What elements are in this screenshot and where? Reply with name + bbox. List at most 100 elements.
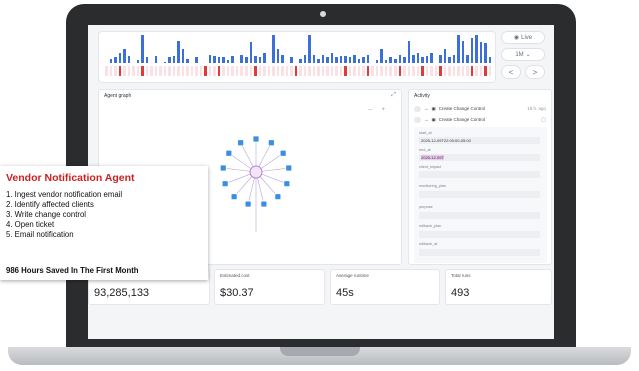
run-bar[interactable] <box>407 40 411 63</box>
failure-slot[interactable] <box>434 66 438 76</box>
failure-slot[interactable] <box>308 66 311 76</box>
end-at-field[interactable]: 2025-12-09T <box>419 154 540 161</box>
run-bar[interactable] <box>231 56 234 63</box>
run-bar[interactable] <box>127 56 131 63</box>
failure-slot[interactable] <box>394 66 397 76</box>
run-bar[interactable] <box>299 58 302 63</box>
failure-slot[interactable] <box>353 66 356 76</box>
run-bar[interactable] <box>213 56 216 63</box>
failure-slot[interactable] <box>145 66 149 76</box>
failure-slot[interactable] <box>267 66 271 76</box>
run-bar[interactable] <box>357 58 361 63</box>
failure-slot[interactable] <box>475 66 478 76</box>
failure-marker[interactable] <box>421 66 424 76</box>
failure-slot[interactable] <box>136 66 140 76</box>
failure-slot[interactable] <box>466 66 469 76</box>
expand-icon[interactable]: ⤢ <box>391 92 396 99</box>
failure-slot[interactable] <box>290 66 293 76</box>
failure-slot[interactable] <box>258 66 262 76</box>
failure-slot[interactable] <box>403 66 406 76</box>
failure-slot[interactable] <box>195 66 198 76</box>
failure-slot[interactable] <box>235 66 239 76</box>
run-bar[interactable] <box>290 57 293 63</box>
graph-node[interactable] <box>274 193 282 201</box>
run-bar[interactable] <box>177 40 180 63</box>
hub-node[interactable] <box>249 165 263 179</box>
rollback-plan-field[interactable] <box>419 231 540 238</box>
failure-marker[interactable] <box>118 66 122 76</box>
run-bar[interactable] <box>470 37 474 63</box>
graph-node[interactable] <box>221 180 229 188</box>
failure-slot[interactable] <box>114 66 117 76</box>
run-bar[interactable] <box>258 57 262 63</box>
run-bar[interactable] <box>263 53 266 63</box>
run-bar[interactable] <box>195 57 198 63</box>
client-impact-field[interactable] <box>419 171 540 178</box>
run-bar[interactable] <box>276 49 280 63</box>
failure-slot[interactable] <box>231 66 234 76</box>
failure-slot[interactable] <box>105 66 108 76</box>
run-bar[interactable] <box>141 35 144 63</box>
run-bar[interactable] <box>244 57 248 63</box>
run-bar[interactable] <box>145 57 149 63</box>
failure-slot[interactable] <box>190 66 194 76</box>
run-bar[interactable] <box>303 54 307 63</box>
failure-slot[interactable] <box>186 66 189 76</box>
failure-marker[interactable] <box>484 66 487 76</box>
failure-slot[interactable] <box>425 66 429 76</box>
failure-slot[interactable] <box>172 66 176 76</box>
failure-slot[interactable] <box>208 66 212 76</box>
failure-slot[interactable] <box>412 66 415 76</box>
run-bar[interactable] <box>312 54 316 63</box>
failure-slot[interactable] <box>389 66 392 76</box>
failure-marker[interactable] <box>439 66 442 76</box>
run-bar[interactable] <box>421 57 424 63</box>
run-bar[interactable] <box>412 54 415 63</box>
failure-slot[interactable] <box>281 66 284 76</box>
failure-slot[interactable] <box>285 66 289 76</box>
purpose-field[interactable] <box>419 212 540 219</box>
graph-node[interactable] <box>267 139 275 147</box>
failure-slot[interactable] <box>430 66 433 76</box>
run-bar[interactable] <box>461 40 465 63</box>
run-bar[interactable] <box>114 57 117 63</box>
failure-slot[interactable] <box>348 66 352 76</box>
graph-node[interactable] <box>237 139 245 147</box>
rollback-at-field[interactable] <box>419 249 540 256</box>
failure-slot[interactable] <box>222 66 225 76</box>
failure-slot[interactable] <box>330 66 334 76</box>
failure-slot[interactable] <box>226 66 230 76</box>
run-bar[interactable] <box>272 35 275 63</box>
run-bar[interactable] <box>375 60 379 63</box>
failure-slot[interactable] <box>384 66 388 76</box>
activity-row[interactable]: → ▣ Create Change Control ◯ <box>414 115 546 124</box>
failure-slot[interactable] <box>163 66 167 76</box>
run-bar[interactable] <box>308 35 311 63</box>
failure-slot[interactable] <box>276 66 280 76</box>
run-bar[interactable] <box>339 56 343 63</box>
run-bar[interactable] <box>430 53 433 63</box>
failure-marker[interactable] <box>470 66 474 76</box>
failure-slot[interactable] <box>339 66 343 76</box>
run-timeline-chart[interactable] <box>98 31 496 83</box>
failure-marker[interactable] <box>141 66 144 76</box>
failure-slot[interactable] <box>127 66 131 76</box>
graph-node[interactable] <box>225 149 233 157</box>
failure-slot[interactable] <box>371 66 374 76</box>
graph-node[interactable] <box>219 164 227 172</box>
run-bar[interactable] <box>321 54 325 63</box>
failure-slot[interactable] <box>213 66 216 76</box>
failure-slot[interactable] <box>199 66 203 76</box>
run-bar[interactable] <box>362 57 365 63</box>
graph-node[interactable] <box>285 164 293 172</box>
run-bar[interactable] <box>154 56 158 63</box>
start-at-field[interactable]: 2025-12-09T22:00:00-05:00 <box>419 137 540 144</box>
monitoring-plan-field[interactable] <box>419 191 540 198</box>
failure-slot[interactable] <box>461 66 465 76</box>
run-bar[interactable] <box>181 49 185 63</box>
failure-slot[interactable] <box>448 66 451 76</box>
failure-slot[interactable] <box>452 66 456 76</box>
run-bar[interactable] <box>163 61 167 63</box>
run-bar[interactable] <box>484 43 487 63</box>
live-toggle[interactable]: ◉ Live <box>501 31 545 44</box>
